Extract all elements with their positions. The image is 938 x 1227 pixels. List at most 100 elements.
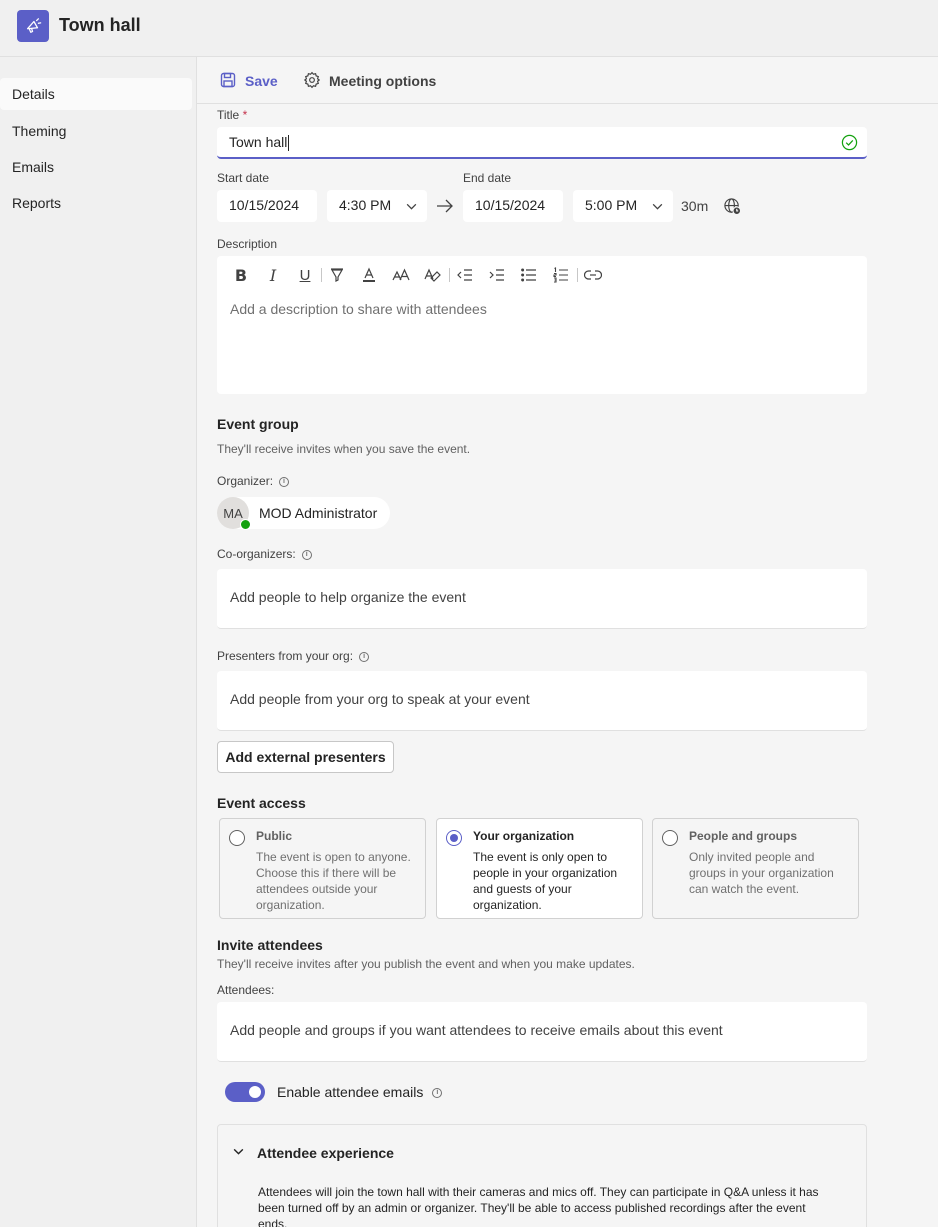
sidebar-item-emails[interactable]: Emails <box>0 151 192 183</box>
chevron-down-icon <box>232 1145 245 1161</box>
invite-attendees-title: Invite attendees <box>217 937 323 953</box>
access-option-desc: The event is open to anyone. Choose this… <box>256 850 411 912</box>
description-editor[interactable]: B I U Add a description to share with at… <box>217 256 867 394</box>
start-time-dropdown[interactable]: 4:30 PM <box>327 190 427 222</box>
title-input[interactable]: Town hall <box>217 127 867 159</box>
required-mark: * <box>242 108 248 122</box>
formatting-toolbar: B I U <box>225 264 609 286</box>
text-caret <box>288 135 290 152</box>
attendee-experience-text: Attendees will join the town hall with t… <box>258 1185 819 1227</box>
description-placeholder: Add a description to share with attendee… <box>230 301 487 317</box>
sidebar-item-details[interactable]: Details <box>0 78 192 110</box>
event-group-title: Event group <box>217 416 299 432</box>
font-size-icon[interactable] <box>385 264 417 286</box>
avatar: MA <box>217 497 251 530</box>
end-time-value: 5:00 PM <box>585 197 638 213</box>
coorganizers-placeholder: Add people to help organize the event <box>230 589 466 605</box>
start-date-label: Start date <box>217 171 270 185</box>
main-content: Save Meeting options Title * Town hall S… <box>197 57 938 1227</box>
app-header: Town hall <box>0 0 938 57</box>
checkmark-circle-icon <box>841 134 858 154</box>
save-label: Save <box>245 73 278 89</box>
town-hall-icon <box>17 10 49 42</box>
italic-icon[interactable]: I <box>257 264 289 286</box>
coorganizers-label-text: Co-organizers: <box>217 547 296 561</box>
sidebar: Details Theming Emails Reports <box>0 57 197 1227</box>
access-option-title: Your organization <box>473 829 575 843</box>
font-color-icon[interactable] <box>353 264 385 286</box>
add-external-presenters-button[interactable]: Add external presenters <box>217 741 394 773</box>
bulleted-list-icon[interactable] <box>513 264 545 286</box>
organizer-label-text: Organizer: <box>217 474 274 488</box>
description-label: Description <box>217 237 278 251</box>
radio-button[interactable] <box>662 830 678 846</box>
toolbar: Save Meeting options <box>197 57 938 104</box>
attendee-experience-toggle[interactable]: Attendee experience <box>232 1145 394 1161</box>
toggle-label-text: Enable attendee emails <box>277 1084 424 1100</box>
decrease-indent-icon[interactable] <box>449 264 481 286</box>
bold-icon[interactable]: B <box>225 264 257 286</box>
app-title: Town hall <box>59 15 141 35</box>
coorganizers-input[interactable]: Add people to help organize the event <box>217 569 867 629</box>
globe-clock-icon[interactable] <box>723 197 742 219</box>
sidebar-item-theming[interactable]: Theming <box>0 115 192 147</box>
start-date-value: 10/15/2024 <box>229 197 300 213</box>
info-icon[interactable]: i <box>279 476 290 487</box>
event-group-subtitle: They'll receive invites when you save th… <box>217 442 471 456</box>
presence-available-icon <box>240 519 251 530</box>
numbered-list-icon[interactable] <box>545 264 577 286</box>
sidebar-item-reports[interactable]: Reports <box>0 187 192 219</box>
gear-icon <box>303 71 321 92</box>
radio-button[interactable] <box>229 830 245 846</box>
chevron-down-icon <box>405 200 418 216</box>
presenters-label-text: Presenters from your org: <box>217 649 354 663</box>
access-option-desc: Only invited people and groups in your o… <box>689 850 834 896</box>
meeting-options-button[interactable]: Meeting options <box>303 70 436 92</box>
save-button[interactable]: Save <box>219 70 278 92</box>
invite-attendees-subtitle: They'll receive invites after you publis… <box>217 957 635 971</box>
title-label: Title * <box>217 108 247 122</box>
presenters-input[interactable]: Add people from your org to speak at you… <box>217 671 867 731</box>
organizer-label: Organizer: i <box>217 474 290 488</box>
start-date-picker[interactable]: 10/15/2024 <box>217 190 317 222</box>
attendees-placeholder: Add people and groups if you want attend… <box>230 1022 723 1038</box>
clear-format-icon[interactable] <box>417 264 449 286</box>
start-time-value: 4:30 PM <box>339 197 392 213</box>
end-date-label: End date <box>463 171 512 185</box>
attendee-experience-panel: Attendee experience Attendees will join … <box>217 1124 867 1227</box>
access-option-people-and-groups[interactable]: People and groups Only invited people an… <box>652 818 859 919</box>
access-option-your-organization[interactable]: Your organization The event is only open… <box>436 818 643 919</box>
radio-button-selected[interactable] <box>446 830 462 846</box>
attendee-experience-title: Attendee experience <box>257 1145 394 1161</box>
link-icon[interactable] <box>577 264 609 286</box>
presenters-label: Presenters from your org: i <box>217 649 370 663</box>
attendees-input[interactable]: Add people and groups if you want attend… <box>217 1002 867 1062</box>
coorganizers-label: Co-organizers: i <box>217 547 312 561</box>
attendee-emails-toggle[interactable] <box>225 1082 265 1102</box>
save-icon <box>219 71 237 92</box>
info-icon[interactable]: i <box>301 549 312 560</box>
access-option-desc: The event is only open to people in your… <box>473 850 618 912</box>
underline-icon[interactable]: U <box>289 264 321 286</box>
info-icon[interactable]: i <box>432 1088 443 1099</box>
access-option-title: People and groups <box>689 829 798 843</box>
presenters-placeholder: Add people from your org to speak at you… <box>230 691 530 707</box>
end-time-dropdown[interactable]: 5:00 PM <box>573 190 673 222</box>
duration-text: 30m <box>681 198 709 214</box>
access-option-title: Public <box>256 829 293 843</box>
title-value: Town hall <box>229 134 288 150</box>
attendee-emails-toggle-label: Enable attendee emails i <box>277 1084 443 1100</box>
organizer-chip[interactable]: MA MOD Administrator <box>217 497 390 530</box>
chevron-down-icon <box>651 200 664 216</box>
title-label-text: Title <box>217 108 240 122</box>
avatar-initials: MA <box>223 505 243 521</box>
highlight-icon[interactable] <box>321 264 353 286</box>
access-option-public[interactable]: Public The event is open to anyone. Choo… <box>219 818 426 919</box>
info-icon[interactable]: i <box>359 651 370 662</box>
end-date-value: 10/15/2024 <box>475 197 546 213</box>
increase-indent-icon[interactable] <box>481 264 513 286</box>
meeting-options-label: Meeting options <box>329 73 437 89</box>
attendees-label: Attendees: <box>217 983 275 997</box>
organizer-name: MOD Administrator <box>259 505 378 521</box>
end-date-picker[interactable]: 10/15/2024 <box>463 190 563 222</box>
